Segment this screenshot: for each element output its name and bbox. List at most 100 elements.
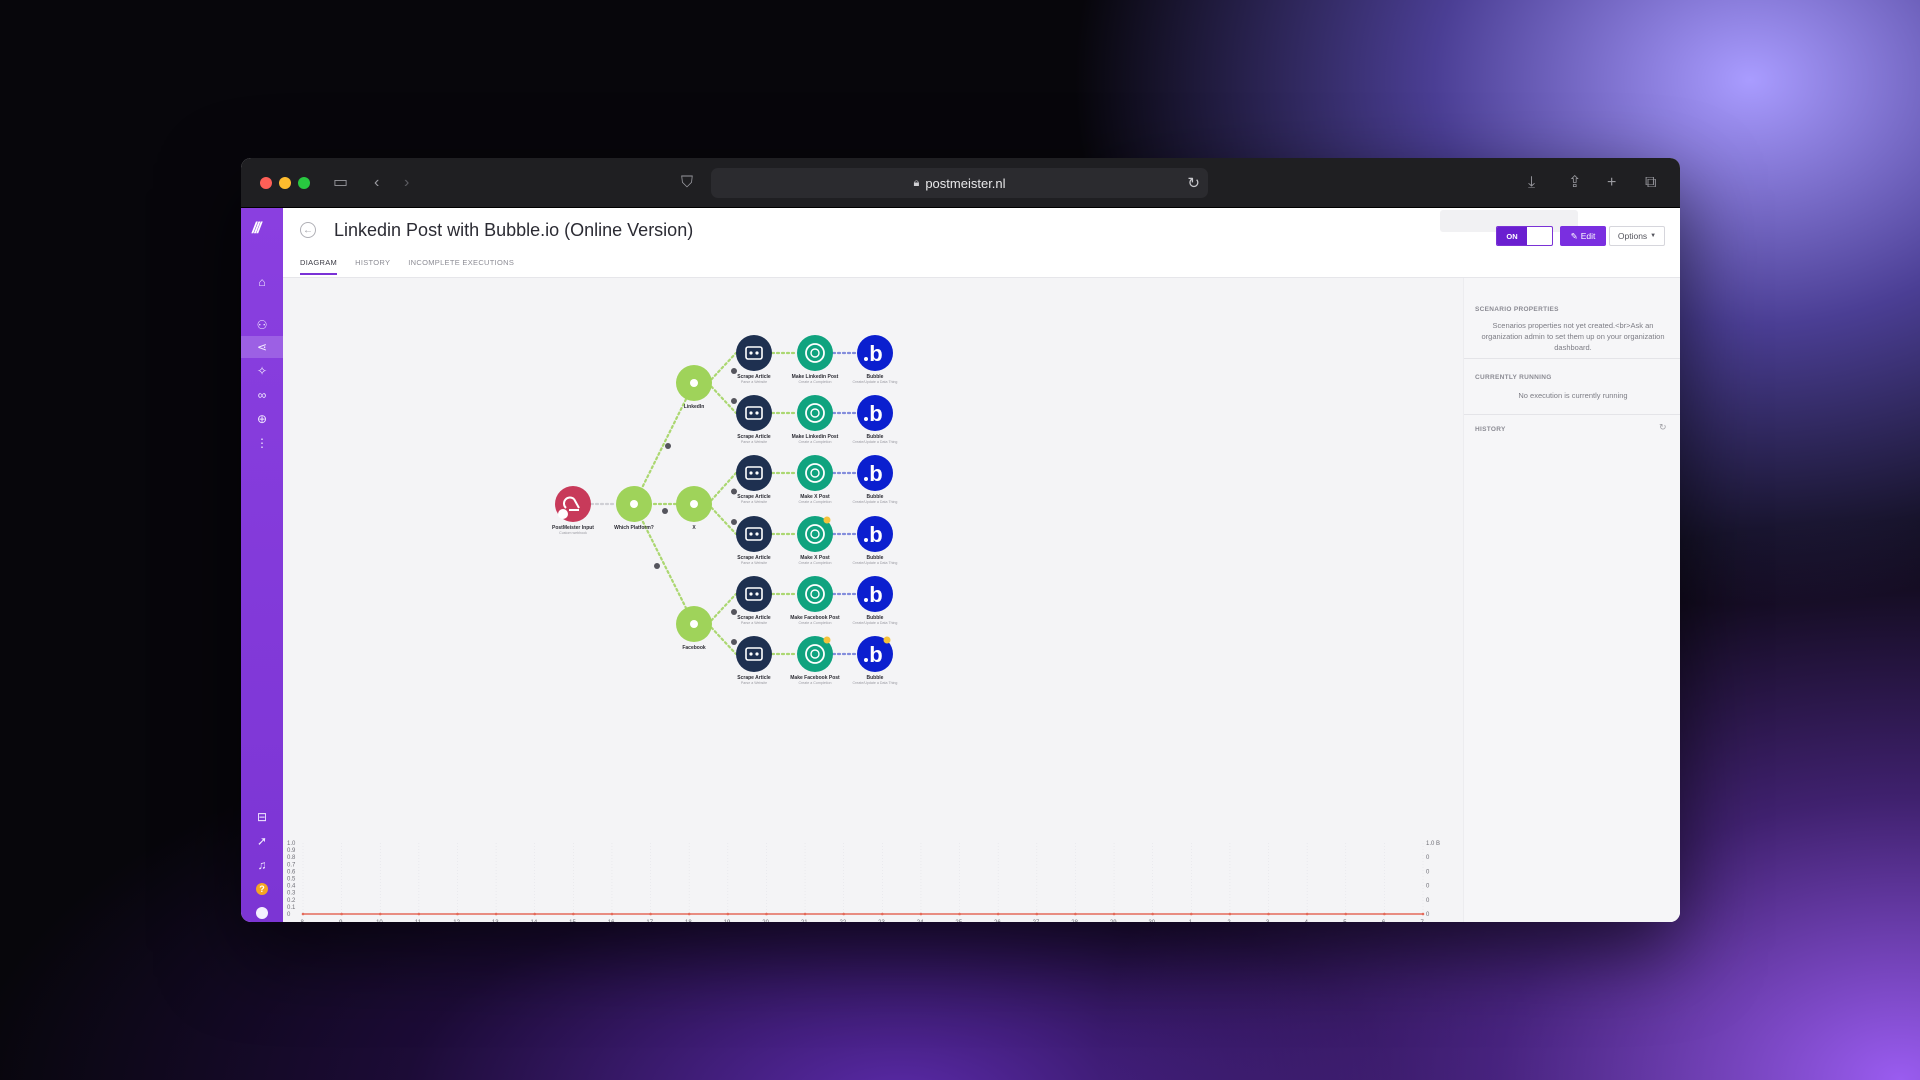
bubble-dot-icon [864, 658, 868, 662]
openai-node[interactable] [797, 455, 833, 491]
back-nav-icon[interactable]: ‹ [374, 173, 379, 193]
refresh-icon[interactable]: ↻ [1659, 422, 1667, 433]
puzzle-icon[interactable]: ✧ [241, 360, 283, 382]
scrape-article-node[interactable] [736, 636, 772, 672]
openai-node[interactable] [797, 335, 833, 371]
clock-badge-icon [558, 509, 568, 519]
globe-icon[interactable]: ⊕ [241, 408, 283, 430]
history-heading: HISTORY [1475, 426, 1506, 433]
warning-badge-icon [823, 636, 831, 644]
tab-incomplete-executions[interactable]: INCOMPLETE EXECUTIONS [408, 258, 514, 275]
x-tick-label: 11. [415, 920, 423, 922]
openai-node-sub: Create a Completion [799, 621, 832, 625]
filter-dot[interactable] [731, 639, 737, 645]
panel-divider [1464, 358, 1680, 359]
bubble-dot-icon [864, 598, 868, 602]
connection-line [706, 351, 738, 385]
y2-tick-label: 0 [1426, 898, 1430, 904]
filter-dot[interactable] [731, 609, 737, 615]
home-icon[interactable]: ⌂ [241, 271, 283, 293]
robot-eye-icon [755, 532, 759, 536]
sidebar-toggle-icon[interactable]: ▭ [333, 173, 348, 193]
url-text: postmeister.nl [925, 175, 1006, 191]
scrape-article-node[interactable] [736, 395, 772, 431]
scrape-article-sub: Parse a Website [741, 681, 767, 685]
filter-dot[interactable] [665, 443, 671, 449]
new-tab-icon[interactable]: + [1607, 173, 1616, 193]
reload-icon[interactable]: ↻ [1187, 174, 1200, 192]
scenario-diagram[interactable]: PostMeister InputCustom webhookWhich Pla… [283, 278, 1463, 718]
more-icon[interactable]: ⋮ [241, 432, 283, 454]
x-tick-label: 15. [569, 920, 578, 922]
connection-line [706, 502, 738, 536]
x-tick-label: 5. [1343, 920, 1348, 922]
robot-eye-icon [749, 471, 753, 475]
x-tick-label: 23. [878, 920, 887, 922]
x-tick-label: 24. [917, 920, 926, 922]
scrape-article-node[interactable] [736, 516, 772, 552]
filter-dot[interactable] [731, 488, 737, 495]
help-icon[interactable]: ? [241, 878, 283, 900]
filter-dot[interactable] [654, 563, 660, 569]
tab-history[interactable]: HISTORY [355, 258, 390, 275]
team-icon[interactable]: ⚇ [241, 314, 283, 336]
scrape-article-node[interactable] [736, 455, 772, 491]
forward-nav-icon[interactable]: › [404, 173, 409, 193]
scrape-article-node[interactable] [736, 335, 772, 371]
filter-dot[interactable] [731, 368, 737, 374]
x-tick-label: 22. [840, 920, 849, 922]
openai-node[interactable] [797, 576, 833, 612]
y-tick-label: 0.5 [287, 877, 296, 883]
shield-icon[interactable]: ⛉ [681, 173, 693, 193]
x-tick-label: 9. [339, 920, 344, 922]
pencil-icon: ✎ [1570, 230, 1578, 241]
download-icon[interactable]: ⤓ [1528, 173, 1535, 193]
connection-line [632, 381, 696, 506]
bubble-icon: b [869, 401, 882, 426]
usage-chart-svg: 1.00.90.80.70.60.50.40.30.20.101.0 B0000… [287, 841, 1440, 922]
bell-icon[interactable]: ♫ [241, 854, 283, 876]
address-bar[interactable]: 🔒︎ postmeister.nl ↻ [711, 168, 1208, 198]
scrape-article-node[interactable] [736, 576, 772, 612]
y2-tick-label: 1.0 B [1426, 841, 1440, 847]
book-icon[interactable]: ⊟ [241, 806, 283, 828]
y-tick-label: 0.1 [287, 905, 296, 911]
scrape-article-sub: Parse a Website [741, 380, 767, 384]
scheduling-toggle[interactable]: ON [1496, 226, 1553, 246]
y2-tick-label: 0 [1426, 912, 1430, 918]
bubble-icon: b [869, 642, 882, 667]
platform-router-label: Facebook [682, 645, 706, 651]
close-window-button[interactable] [260, 177, 272, 189]
currently-running-text: No execution is currently running [1518, 391, 1628, 400]
edit-button[interactable]: ✎ Edit [1560, 226, 1606, 246]
share-page-icon[interactable]: ⇪ [1568, 173, 1581, 193]
minimize-window-button[interactable] [279, 177, 291, 189]
filter-dot[interactable] [662, 508, 668, 514]
options-button[interactable]: Options ▼ [1609, 226, 1665, 246]
connection-line [706, 622, 738, 656]
scenario-canvas[interactable]: PostMeister Input Custom webhook Which Pla… [283, 278, 1463, 718]
zoom-window-button[interactable] [298, 177, 310, 189]
back-arrow-icon[interactable]: ← [300, 222, 316, 238]
x-tick-label: 8. [300, 920, 305, 922]
tab-overview-icon[interactable]: ⧉ [1645, 173, 1656, 193]
share-icon[interactable]: ⋖ [241, 336, 283, 358]
x-tick-label: 1. [1189, 920, 1194, 922]
make-logo[interactable]: /// [252, 220, 261, 238]
tab-diagram[interactable]: DIAGRAM [300, 258, 338, 275]
warning-badge-icon [823, 516, 831, 524]
x-tick-label: 28. [1071, 920, 1080, 922]
rocket-icon[interactable]: ➚ [241, 830, 283, 852]
filter-dot[interactable] [731, 398, 737, 404]
link-icon[interactable]: ∞ [241, 384, 283, 406]
filter-dot[interactable] [731, 519, 737, 525]
bubble-dot-icon [864, 417, 868, 421]
x-tick-label: 19. [724, 920, 733, 922]
openai-node[interactable] [797, 395, 833, 431]
openai-node-sub: Create a Completion [799, 500, 832, 504]
robot-eye-icon [749, 411, 753, 415]
connection-line [706, 471, 738, 506]
avatar-icon[interactable] [241, 902, 283, 922]
robot-eye-icon [749, 351, 753, 355]
scenario-tabs: DIAGRAM HISTORY INCOMPLETE EXECUTIONS [300, 258, 514, 275]
